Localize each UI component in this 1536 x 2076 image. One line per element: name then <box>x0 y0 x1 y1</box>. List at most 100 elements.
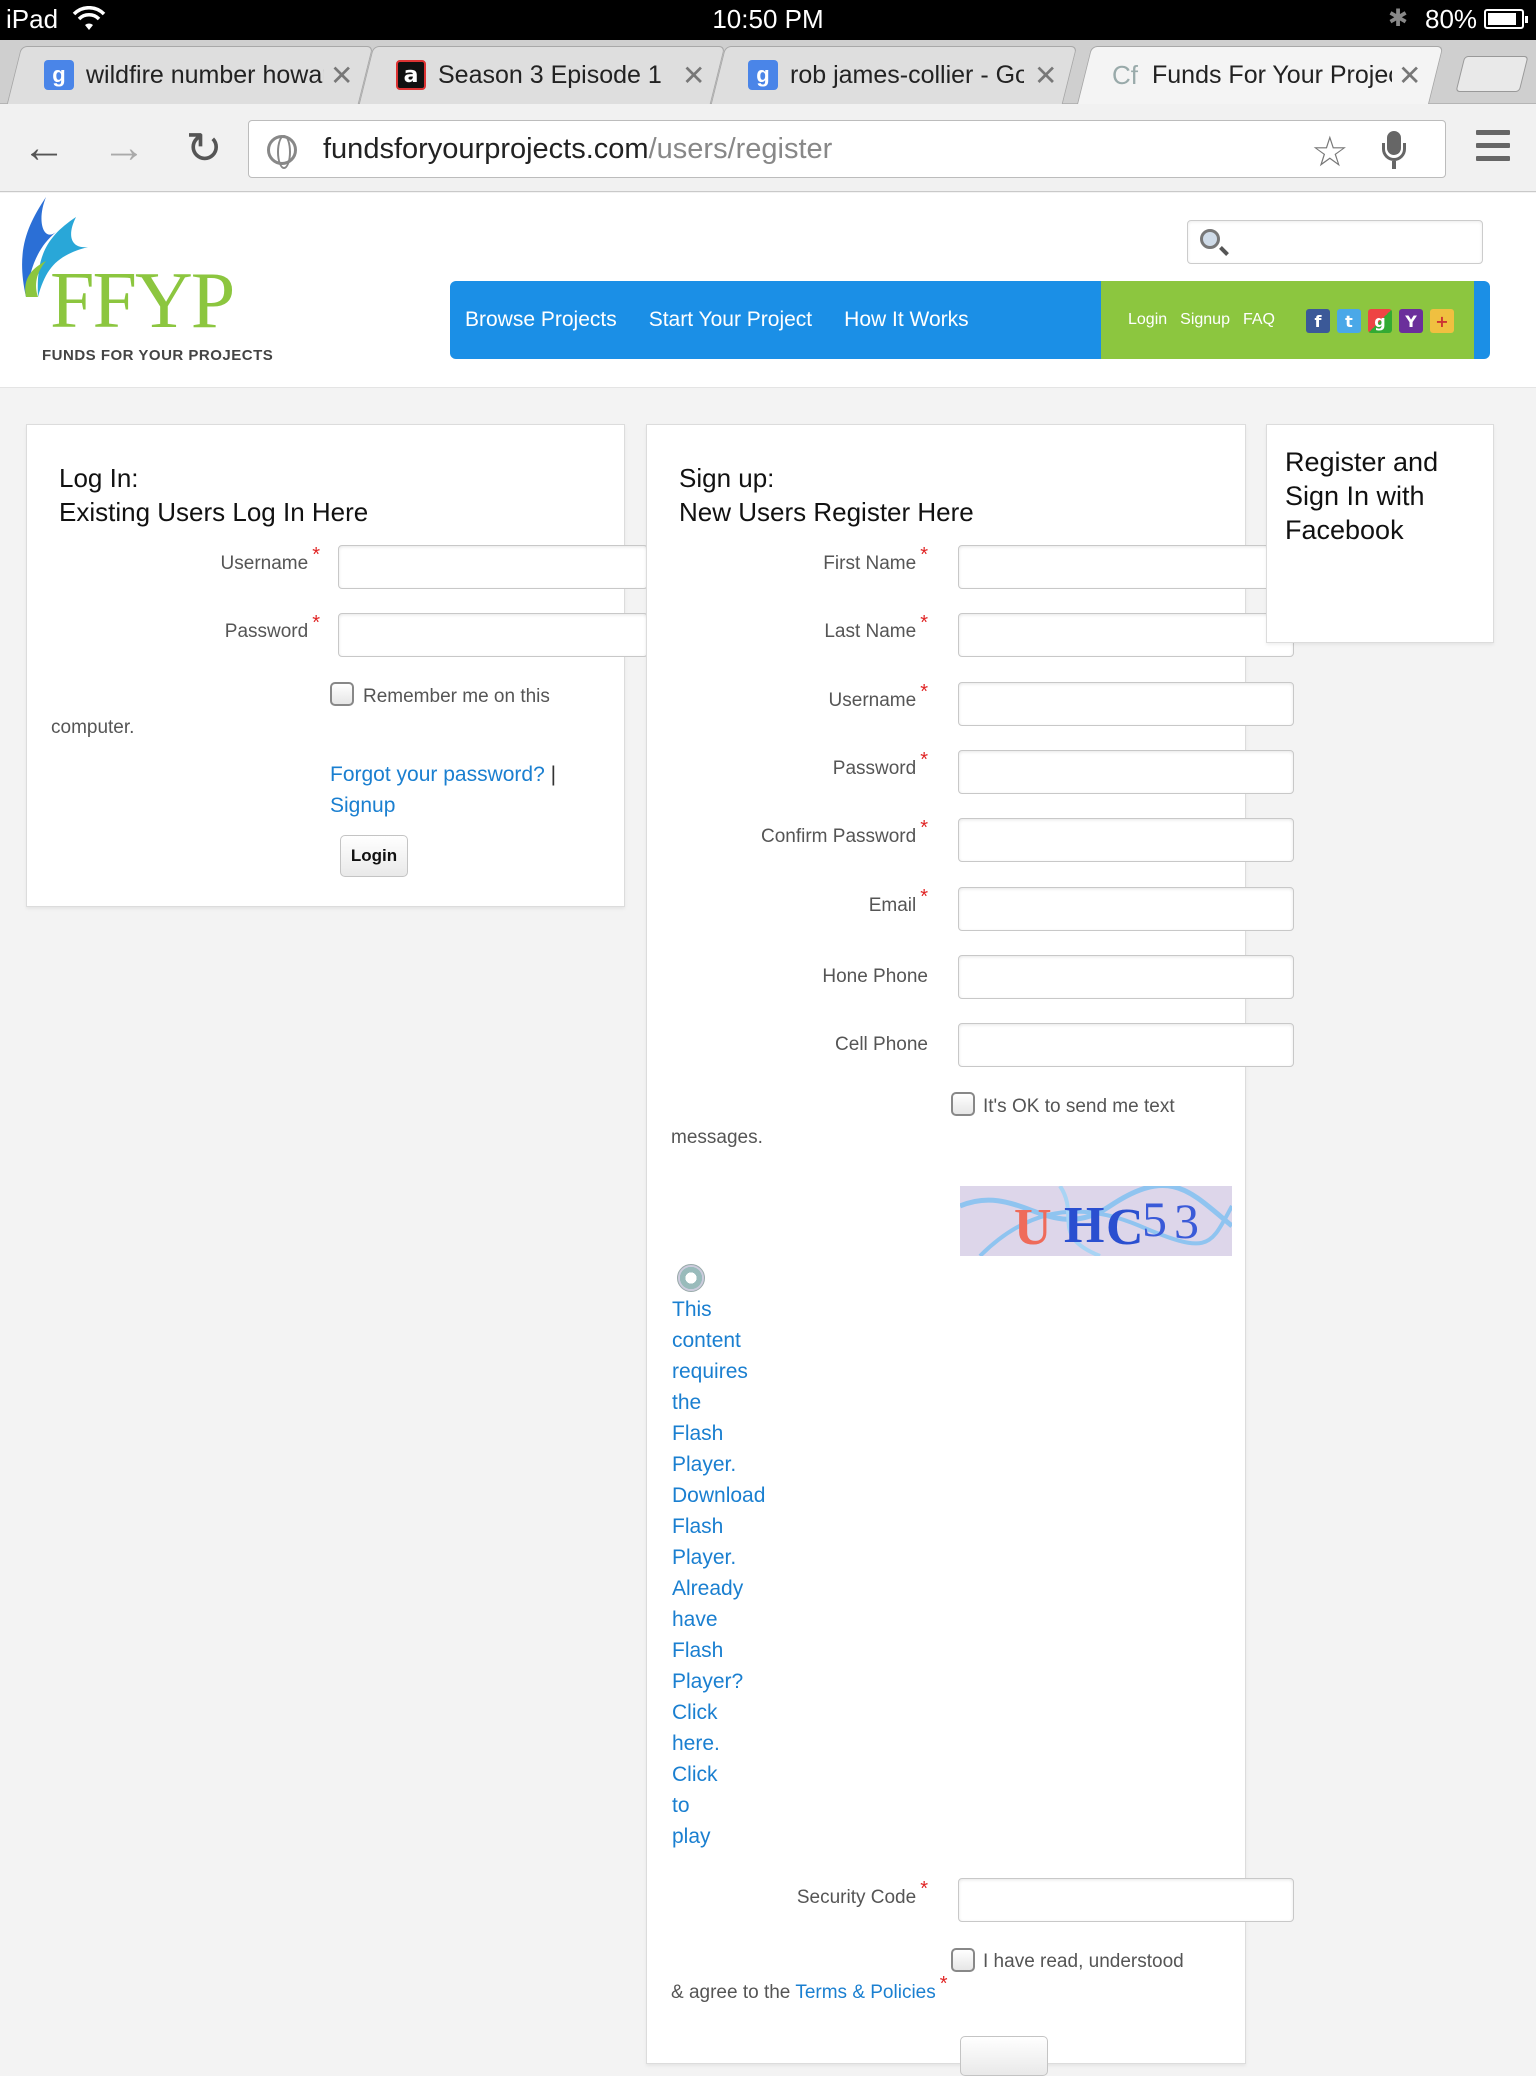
battery-percent: 80% <box>1425 4 1478 34</box>
tab-3-content[interactable]: g rob james-collier - Go <box>748 46 1024 104</box>
flash-word: Player? <box>672 1670 744 1693</box>
facebook-line-1: Register and <box>1285 447 1439 477</box>
back-arrow-icon[interactable]: ← <box>18 122 70 174</box>
tab-1-close-icon[interactable]: ✕ <box>330 46 353 104</box>
signup-password-input[interactable] <box>958 750 1294 794</box>
menu-icon[interactable] <box>1476 130 1510 166</box>
click-to-play-link[interactable]: to <box>672 1790 782 1821</box>
last-name-label: Last Name * <box>824 612 928 642</box>
url-text[interactable]: fundsforyourprojects.com/users/register <box>323 133 832 166</box>
text-messages-label-cont: messages. <box>671 1127 763 1148</box>
email-input[interactable] <box>958 887 1294 931</box>
signup-username-input[interactable] <box>958 682 1294 726</box>
nav-browse-projects[interactable]: Browse Projects <box>465 308 617 332</box>
download-flash-link[interactable]: Flash <box>672 1511 782 1542</box>
login-button[interactable]: Login <box>340 835 408 877</box>
home-phone-label: Hone Phone <box>822 966 928 987</box>
bluetooth-icon: ✱ <box>1388 5 1409 32</box>
home-phone-input[interactable] <box>958 955 1294 999</box>
status-bar: iPad 10:50 PM ✱ 80% <box>0 0 1536 40</box>
facebook-icon[interactable]: f <box>1306 309 1330 333</box>
captcha-char-1: U <box>1014 1199 1052 1256</box>
forgot-password-link[interactable]: Forgot your password? <box>330 763 545 786</box>
site-favicon-icon: Cf <box>1112 59 1138 90</box>
bookmark-star-icon[interactable]: ☆ <box>1311 127 1349 176</box>
flash-word: content <box>672 1329 741 1352</box>
tab-1-title: wildfire number howar <box>86 60 324 89</box>
facebook-register-panel[interactable]: Register and Sign In with Facebook <box>1266 424 1494 643</box>
twitter-icon[interactable]: t <box>1337 309 1361 333</box>
click-here-link[interactable]: Click <box>672 1697 782 1728</box>
tab-4-close-icon[interactable]: ✕ <box>1398 46 1421 104</box>
tab-4-content[interactable]: Cf Funds For Your Projec <box>1110 46 1392 104</box>
nav-how-it-works[interactable]: How It Works <box>844 308 968 332</box>
flash-word: requires <box>672 1360 748 1383</box>
microphone-icon[interactable] <box>1381 131 1407 169</box>
security-code-input[interactable] <box>958 1878 1294 1922</box>
tab-2-content[interactable]: a Season 3 Episode 1 <box>396 46 676 104</box>
flash-word: have <box>672 1608 718 1631</box>
agree-terms-label: I have read, understood <box>983 1951 1184 1972</box>
tab-2-close-icon[interactable]: ✕ <box>682 46 705 104</box>
amc-favicon-icon: a <box>396 60 426 90</box>
logo-wordmark: FFYP <box>50 257 235 345</box>
register-button[interactable] <box>960 2036 1048 2076</box>
facebook-line-3: Facebook <box>1285 515 1404 545</box>
login-panel: Log In: Existing Users Log In Here <box>26 424 625 907</box>
globe-icon <box>267 135 297 169</box>
click-to-play-link[interactable]: Click <box>672 1759 782 1790</box>
agree-terms-checkbox[interactable] <box>951 1948 975 1972</box>
captcha-char-4: 5 <box>1142 1191 1167 1247</box>
email-label: Email * <box>868 886 928 916</box>
address-bar[interactable]: fundsforyourprojects.com/users/register … <box>248 120 1446 178</box>
last-name-input[interactable] <box>958 613 1294 657</box>
tab-strip: g wildfire number howar ✕ a Season 3 Epi… <box>0 40 1536 106</box>
login-password-input[interactable] <box>338 613 648 657</box>
cell-phone-input[interactable] <box>958 1023 1294 1067</box>
new-tab-button[interactable] <box>1455 56 1529 92</box>
forward-arrow-icon[interactable]: → <box>98 122 150 174</box>
captcha-char-2: H <box>1064 1197 1104 1254</box>
reload-icon[interactable]: ↻ <box>178 122 230 174</box>
remember-me-checkbox[interactable] <box>330 682 354 706</box>
login-signup-link[interactable]: Signup <box>330 790 395 821</box>
flash-word: Player. <box>672 1453 737 1476</box>
delicious-icon[interactable]: + <box>1430 309 1454 333</box>
google-icon[interactable]: g <box>1368 309 1392 333</box>
download-flash-link[interactable]: Download <box>672 1480 782 1511</box>
tab-3-close-icon[interactable]: ✕ <box>1034 46 1057 104</box>
confirm-password-label: Confirm Password * <box>760 817 928 847</box>
terms-policies-link[interactable]: Terms & Policies <box>795 1982 935 2003</box>
site-search-input[interactable] <box>1187 220 1483 264</box>
agree-terms-label-cont: & agree to the Terms & Policies * <box>671 1973 948 2003</box>
flash-word: Already <box>672 1577 744 1600</box>
login-subheading: Existing Users Log In Here <box>59 497 369 527</box>
signup-username-label: Username * <box>828 681 928 711</box>
yahoo-icon[interactable]: Y <box>1399 309 1423 333</box>
tab-4-title: Funds For Your Projec <box>1152 60 1392 89</box>
click-to-play-link[interactable]: play <box>672 1821 782 1852</box>
click-here-link[interactable]: here. <box>672 1728 782 1759</box>
signup-password-label: Password * <box>832 749 928 779</box>
ffyp-logo[interactable]: FFYP FUNDS FOR YOUR PROJECTS <box>14 197 273 367</box>
nav-signup-link[interactable]: Signup <box>1180 311 1230 329</box>
flash-word: This <box>672 1298 712 1321</box>
captcha-refresh-icon[interactable] <box>677 1264 705 1292</box>
login-username-input[interactable] <box>338 545 648 589</box>
site-header: FFYP FUNDS FOR YOUR PROJECTS Browse Proj… <box>0 193 1536 388</box>
login-username-label: Username * <box>220 544 320 574</box>
nav-faq-link[interactable]: FAQ <box>1243 311 1275 329</box>
first-name-input[interactable] <box>958 545 1294 589</box>
confirm-password-input[interactable] <box>958 818 1294 862</box>
flash-word: Flash <box>672 1422 724 1445</box>
text-messages-checkbox[interactable] <box>951 1092 975 1116</box>
nav-login-link[interactable]: Login <box>1128 311 1167 329</box>
flash-word: the <box>672 1391 702 1414</box>
tab-1-content[interactable]: g wildfire number howar <box>44 46 324 104</box>
captcha-noise: U H C 5 3 <box>960 1186 1232 1256</box>
forgot-password-row: Forgot your password? | <box>330 763 557 786</box>
download-flash-link[interactable]: Player. <box>672 1542 782 1573</box>
google-favicon-icon: g <box>748 60 778 90</box>
nav-start-your-project[interactable]: Start Your Project <box>649 308 812 332</box>
signup-subheading: New Users Register Here <box>679 497 974 527</box>
